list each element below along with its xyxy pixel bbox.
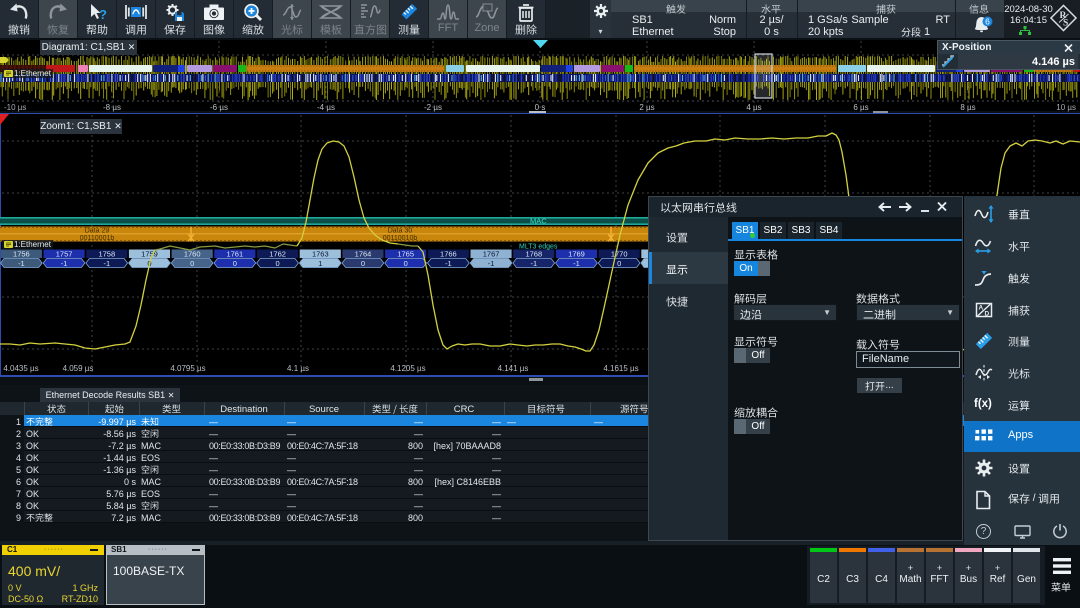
svg-text:D: D bbox=[985, 311, 990, 318]
svg-text:-1: -1 bbox=[530, 259, 537, 268]
svg-text:MAC: MAC bbox=[530, 217, 547, 226]
svg-text:1764: 1764 bbox=[355, 249, 372, 258]
svg-text:0: 0 bbox=[276, 259, 280, 268]
svg-text:1766: 1766 bbox=[440, 249, 457, 258]
svg-text:Data 29: Data 29 bbox=[85, 228, 110, 235]
svg-text:1769: 1769 bbox=[568, 249, 585, 258]
svg-text:1760: 1760 bbox=[184, 249, 201, 258]
svg-text:0: 0 bbox=[617, 259, 621, 268]
svg-text:A: A bbox=[979, 305, 984, 312]
svg-text:1767: 1767 bbox=[483, 249, 500, 258]
svg-text:1765: 1765 bbox=[397, 249, 414, 258]
svg-text:1756: 1756 bbox=[13, 249, 30, 258]
svg-text:00110010b: 00110010b bbox=[383, 235, 418, 242]
svg-text:0: 0 bbox=[404, 259, 408, 268]
svg-text:1770: 1770 bbox=[611, 249, 628, 258]
svg-text:00110001b: 00110001b bbox=[80, 235, 115, 242]
svg-text:1757: 1757 bbox=[56, 249, 73, 258]
svg-text:0: 0 bbox=[361, 259, 365, 268]
svg-text:-1: -1 bbox=[103, 259, 110, 268]
svg-text:1: 1 bbox=[318, 259, 322, 268]
svg-text:0: 0 bbox=[190, 259, 194, 268]
svg-text:1758: 1758 bbox=[98, 249, 115, 258]
svg-text:-1: -1 bbox=[61, 259, 68, 268]
svg-text:1763: 1763 bbox=[312, 249, 329, 258]
svg-text:-1: -1 bbox=[445, 259, 452, 268]
svg-text:Data 30: Data 30 bbox=[388, 228, 413, 235]
svg-text:-1: -1 bbox=[488, 259, 495, 268]
svg-text:1768: 1768 bbox=[525, 249, 542, 258]
svg-text:0: 0 bbox=[233, 259, 237, 268]
svg-text:-1: -1 bbox=[573, 259, 580, 268]
svg-text:-1: -1 bbox=[18, 259, 25, 268]
svg-text:MLT3 edges: MLT3 edges bbox=[519, 244, 558, 251]
svg-text:1762: 1762 bbox=[269, 249, 286, 258]
svg-text:1761: 1761 bbox=[226, 249, 243, 258]
